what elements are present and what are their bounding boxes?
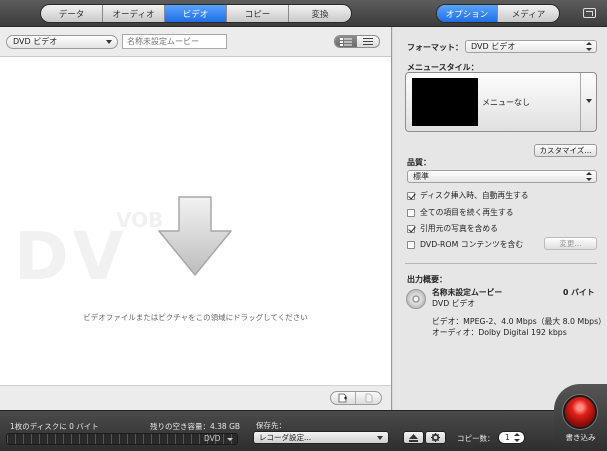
summary-title: 名称未設定ムービー — [432, 288, 503, 297]
file-icon — [365, 393, 372, 403]
disc-type-value: DVD — [204, 434, 221, 443]
disc-info-text: 1枚のディスクに 0 バイト — [10, 422, 99, 431]
checkbox-label: 全ての項目を続く再生する — [420, 208, 514, 217]
tab-data[interactable]: データ — [41, 5, 103, 22]
format-label: フォーマット： — [407, 43, 463, 52]
updown-icon — [586, 42, 592, 51]
drop-arrow-icon — [158, 196, 232, 276]
view-mode-toggle — [334, 35, 380, 48]
dvd-rom-checkbox[interactable]: DVD-ROM コンテンツを含む — [407, 239, 523, 250]
dvd-watermark: DV — [14, 218, 128, 295]
format-select[interactable]: DVD ビデオ — [465, 40, 597, 53]
disc-icon — [406, 289, 426, 309]
summary-label: 出力概要： — [407, 275, 447, 284]
section-divider — [405, 263, 597, 264]
tab-audio[interactable]: オーディオ — [103, 5, 165, 22]
tab-convert[interactable]: 変換 — [289, 5, 351, 22]
tab-copy[interactable]: コピー — [227, 5, 289, 22]
fullscreen-icon[interactable] — [583, 8, 596, 18]
checkbox-checked-icon — [407, 191, 415, 200]
options-pane: フォーマット： DVD ビデオ メニュースタイル： メニューなし カスタマイズ.… — [393, 27, 607, 410]
content-footer — [0, 385, 391, 410]
list-thumb-icon — [340, 37, 352, 46]
remove-item-button[interactable] — [356, 392, 381, 404]
checkbox-unchecked-icon — [407, 208, 415, 217]
tab-options[interactable]: オプション — [437, 5, 499, 22]
summary-format: DVD ビデオ — [432, 299, 476, 308]
destination-label: 保存先： — [256, 421, 286, 430]
summary-audio: オーディオ：Dolby Digital 192 kbps — [432, 328, 567, 337]
autoplay-checkbox[interactable]: ディスク挿入時、自動再生する — [407, 190, 529, 201]
recorder-select[interactable]: レコーダ設定... — [253, 431, 389, 444]
copies-stepper[interactable]: 1 — [498, 431, 525, 444]
updown-icon — [514, 433, 520, 442]
free-space-text: 残りの空き容量：4.38 GB — [150, 422, 241, 431]
checkbox-label: ディスク挿入時、自動再生する — [420, 191, 529, 200]
add-item-button[interactable] — [331, 392, 356, 404]
menu-style-select[interactable]: メニューなし — [405, 72, 597, 132]
disc-format-value: DVD ビデオ — [13, 37, 58, 46]
main-tab-bar: データ オーディオ ビデオ コピー 変換 — [40, 4, 352, 23]
format-select-value: DVD ビデオ — [471, 42, 516, 51]
recorder-select-value: レコーダ設定... — [259, 433, 312, 442]
quality-select[interactable]: 標準 — [407, 170, 597, 183]
change-button[interactable]: 変更... — [544, 237, 597, 250]
content-pane: DVD ビデオ DV VOB — [0, 27, 392, 410]
gear-icon — [431, 433, 440, 442]
summary-size: 0 バイト — [563, 288, 595, 297]
icon-view-button[interactable] — [335, 36, 357, 47]
customize-button[interactable]: カスタマイズ... — [534, 144, 597, 157]
chevron-down-icon[interactable] — [580, 73, 596, 131]
tab-media[interactable]: メディア — [498, 5, 559, 22]
checkbox-checked-icon — [407, 224, 415, 233]
disc-type-select[interactable]: DVD — [194, 434, 238, 445]
menu-style-thumbnail — [412, 78, 478, 126]
disc-title-input[interactable] — [122, 34, 227, 49]
burn-button[interactable] — [563, 395, 597, 429]
list-icon — [363, 38, 373, 45]
quality-select-value: 標準 — [413, 172, 429, 181]
add-file-icon — [338, 393, 347, 403]
content-action-buttons — [330, 391, 382, 405]
bottom-bar: 1枚のディスクに 0 バイト 残りの空き容量：4.38 GB DVD 保存先： … — [0, 410, 607, 451]
settings-button[interactable] — [425, 431, 446, 444]
toolbar: データ オーディオ ビデオ コピー 変換 オプション メディア — [0, 0, 607, 27]
include-photos-checkbox[interactable]: 引用元の写真を含める — [407, 223, 498, 234]
drop-area[interactable]: DV VOB ビデオファイルまたはピクチャをこの領域にドラッグしてください — [0, 58, 391, 385]
loop-checkbox[interactable]: 全ての項目を続く再生する — [407, 207, 514, 218]
chevron-down-icon — [106, 40, 112, 44]
quality-label: 品質： — [407, 158, 431, 167]
content-header: DVD ビデオ — [0, 27, 391, 57]
eject-icon — [409, 433, 418, 442]
menu-style-value: メニューなし — [482, 98, 530, 107]
copies-label: コピー数： — [457, 434, 495, 443]
checkbox-label: DVD-ROM コンテンツを含む — [420, 240, 524, 249]
burn-label: 書き込み — [565, 433, 596, 442]
summary-video: ビデオ：MPEG-2、4.0 Mbps（最大 8.0 Mbps） — [432, 317, 606, 326]
checkbox-label: 引用元の写真を含める — [420, 224, 498, 233]
drop-hint-text: ビデオファイルまたはピクチャをこの領域にドラッグしてください — [83, 313, 308, 322]
copies-value: 1 — [505, 433, 510, 442]
checkbox-unchecked-icon — [407, 240, 415, 249]
inspector-tab-bar: オプション メディア — [436, 4, 560, 23]
tab-video[interactable]: ビデオ — [165, 5, 227, 22]
updown-icon — [586, 172, 592, 181]
disc-format-select[interactable]: DVD ビデオ — [6, 35, 118, 49]
eject-button[interactable] — [403, 431, 424, 444]
list-view-button[interactable] — [357, 36, 379, 47]
